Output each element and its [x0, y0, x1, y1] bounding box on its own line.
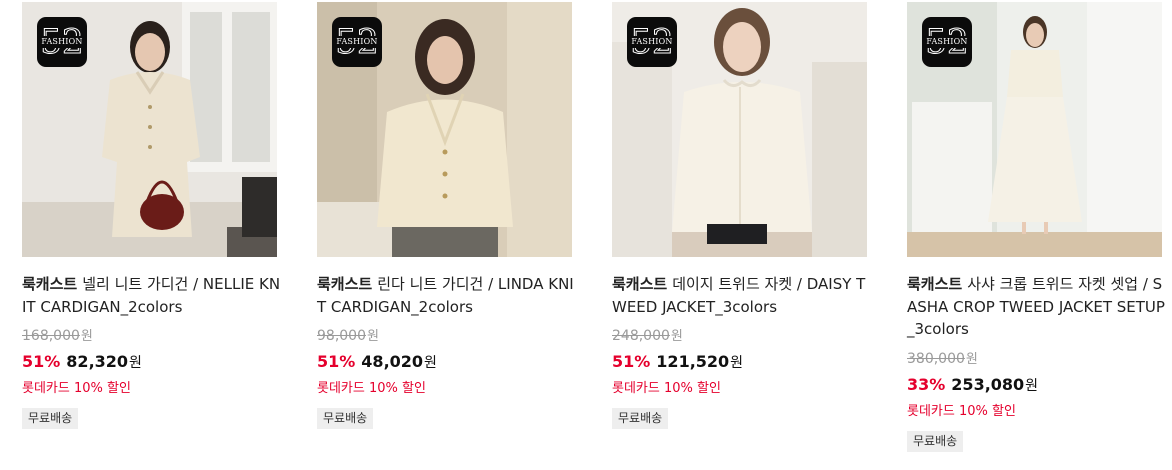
- brand-name: 룩캐스트: [612, 275, 668, 293]
- discount-rate: 51%: [317, 352, 356, 371]
- free-shipping-badge: 무료배송: [612, 408, 669, 429]
- sale-price: 51% 82,320원: [22, 352, 142, 371]
- card-promo: 롯데카드 10% 할인: [907, 403, 1016, 419]
- fashion-52-badge-icon: 52 FASHION: [37, 17, 87, 67]
- fashion-52-badge-icon: 52 FASHION: [332, 17, 382, 67]
- fashion-52-badge-icon: 52 FASHION: [922, 17, 972, 67]
- product-image[interactable]: 52 FASHION: [317, 2, 572, 257]
- product-card[interactable]: 52 FASHION 룩캐스트린다 니트 가디건 / LINDA KNIT CA…: [317, 2, 582, 429]
- free-shipping-badge: 무료배송: [907, 430, 964, 452]
- brand-name: 룩캐스트: [22, 275, 78, 293]
- free-shipping-badge: 무료배송: [317, 408, 374, 429]
- discount-rate: 51%: [612, 352, 651, 371]
- product-grid: 52 FASHION 룩캐스트넬리 니트 가디건 / NELLIE KNIT C…: [0, 0, 1172, 470]
- fashion-52-badge-icon: 52 FASHION: [627, 17, 677, 67]
- card-promo: 롯데카드 10% 할인: [612, 381, 721, 396]
- sale-price: 51% 121,520원: [612, 352, 744, 371]
- card-promo: 롯데카드 10% 할인: [317, 381, 426, 396]
- product-card[interactable]: 52 FASHION 룩캐스트넬리 니트 가디건 / NELLIE KNIT C…: [22, 2, 287, 429]
- discount-rate: 51%: [22, 352, 61, 371]
- product-image[interactable]: 52 FASHION: [907, 2, 1162, 257]
- product-card[interactable]: 52 FASHION 룩캐스트사샤 크롭 트위드 자켓 셋업 / SASHA C…: [907, 2, 1172, 452]
- original-price: 168,000원: [22, 328, 93, 344]
- discount-rate: 33%: [907, 374, 946, 394]
- sale-price: 33% 253,080원: [907, 374, 1039, 394]
- product-title[interactable]: 룩캐스트 린다 니트 가디건 / LINDA KNIT CARDIGAN_2col…: [317, 273, 579, 318]
- product-title[interactable]: 룩캐스트 넬리 니트 가디건 / NELLIE KNIT CARDIGAN_2co…: [22, 273, 284, 318]
- original-price: 98,000원: [317, 328, 379, 344]
- sale-price: 51% 48,020원: [317, 352, 437, 371]
- brand-name: 룩캐스트: [317, 275, 373, 293]
- product-card[interactable]: 52 FASHION 룩캐스트데이지 트위드 자켓 / DAISY TWEED …: [612, 2, 877, 429]
- product-image[interactable]: 52 FASHION: [612, 2, 867, 257]
- original-price: 248,000원: [612, 328, 683, 344]
- product-title[interactable]: 룩캐스트 데이지 트위드 자켓 / DAISY TWEED JACKET_3col…: [612, 273, 874, 318]
- original-price: 380,000원: [907, 350, 978, 367]
- product-image[interactable]: 52 FASHION: [22, 2, 277, 257]
- card-promo: 롯데카드 10% 할인: [22, 381, 131, 396]
- product-title[interactable]: 룩캐스트 사샤 크롭 트위드 자켓 셋업 / SASHA CROP TWEED J…: [907, 273, 1169, 341]
- brand-name: 룩캐스트: [907, 275, 963, 293]
- free-shipping-badge: 무료배송: [22, 408, 79, 429]
